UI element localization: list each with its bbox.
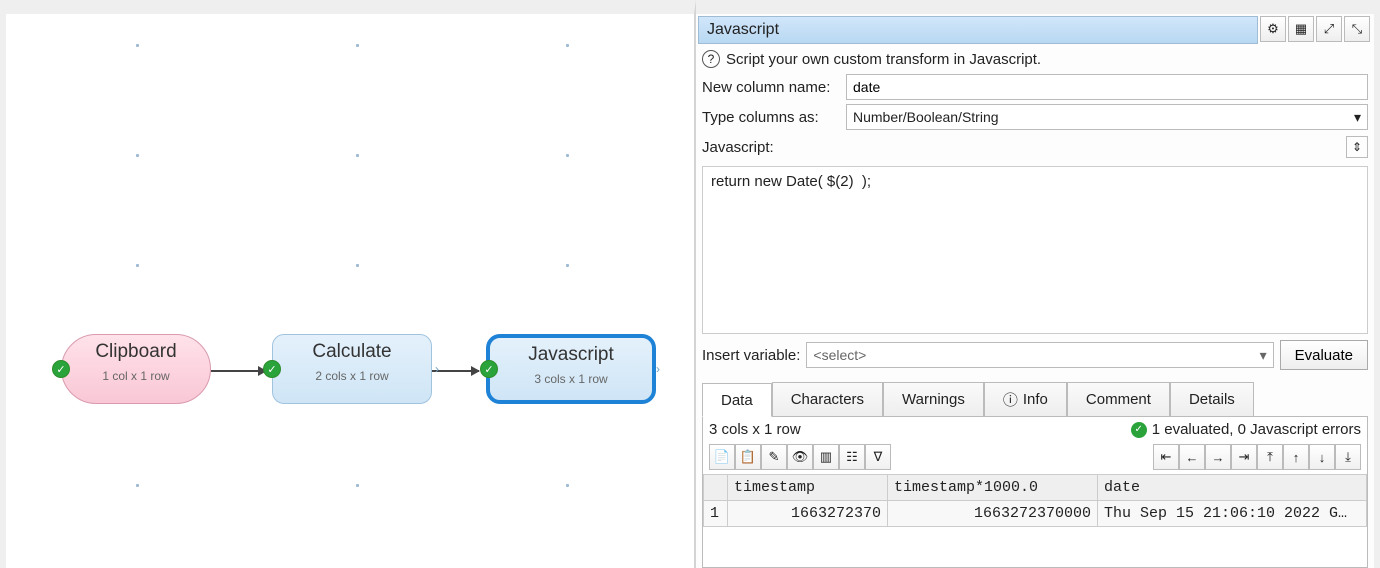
result-dimensions: 3 cols x 1 row: [709, 421, 801, 438]
nav-next-icon[interactable]: →: [1205, 444, 1231, 470]
insert-variable-value: <select>: [813, 347, 866, 363]
columns-icon[interactable]: ▥: [813, 444, 839, 470]
type-columns-value: Number/Boolean/String: [853, 109, 999, 125]
layout-icon[interactable]: ☷: [839, 444, 865, 470]
check-icon: ✓: [52, 360, 70, 378]
javascript-code-area[interactable]: return new Date( $(2) );: [702, 166, 1368, 334]
expand-icon[interactable]: ⤢: [1316, 16, 1342, 42]
nav-bottom-icon[interactable]: ⤓: [1335, 444, 1361, 470]
node-subtitle: 2 cols x 1 row: [281, 369, 423, 383]
insert-variable-select[interactable]: <select> ▾: [806, 342, 1273, 368]
chevron-down-icon: ▾: [1260, 347, 1267, 364]
table-header-row: timestamp timestamp*1000.0 date: [704, 475, 1367, 501]
textarea-resize-icon[interactable]: ⇕: [1346, 136, 1368, 158]
grid-icon[interactable]: ▦: [1288, 16, 1314, 42]
info-icon: ⓘ: [1003, 389, 1018, 410]
table-header[interactable]: timestamp: [728, 475, 888, 501]
help-icon[interactable]: ?: [702, 50, 720, 68]
nav-top-icon[interactable]: ⤒: [1257, 444, 1283, 470]
tab-warnings[interactable]: Warnings: [883, 382, 984, 416]
new-column-label: New column name:: [702, 79, 842, 96]
copy-icon[interactable]: 📄: [709, 444, 735, 470]
evaluate-button[interactable]: Evaluate: [1280, 340, 1368, 370]
tab-comment[interactable]: Comment: [1067, 382, 1170, 416]
tab-info[interactable]: ⓘInfo: [984, 382, 1067, 416]
type-columns-select[interactable]: Number/Boolean/String ▾: [846, 104, 1368, 130]
table-header[interactable]: date: [1098, 475, 1367, 501]
results-tabs: Data Characters Warnings ⓘInfo Comment D…: [702, 382, 1368, 416]
chevron-down-icon: ▾: [1354, 109, 1361, 126]
panel-title: Javascript: [698, 16, 1258, 44]
collapse-icon[interactable]: ⤡: [1344, 16, 1370, 42]
app-root: ✓ Clipboard 1 col x 1 row ✓ › Calculate …: [0, 0, 1380, 568]
nav-down-icon[interactable]: ↓: [1309, 444, 1335, 470]
nav-first-icon[interactable]: ⇤: [1153, 444, 1179, 470]
node-subtitle: 3 cols x 1 row: [498, 372, 644, 386]
check-icon: ✓: [263, 360, 281, 378]
hint-row: ? Script your own custom transform in Ja…: [696, 46, 1374, 72]
result-status: 1 evaluated, 0 Javascript errors: [1152, 421, 1361, 438]
eye-icon[interactable]: 👁: [787, 444, 813, 470]
node-calculate[interactable]: ✓ › Calculate 2 cols x 1 row: [272, 334, 432, 404]
cell: 1663272370000: [888, 501, 1098, 527]
hint-text: Script your own custom transform in Java…: [726, 51, 1041, 68]
nav-prev-icon[interactable]: ←: [1179, 444, 1205, 470]
node-clipboard[interactable]: ✓ Clipboard 1 col x 1 row: [61, 334, 211, 404]
filter-icon[interactable]: ∇: [865, 444, 891, 470]
node-javascript[interactable]: ✓ › Javascript 3 cols x 1 row: [486, 334, 656, 404]
cell: 1663272370: [728, 501, 888, 527]
node-title: Javascript: [498, 344, 644, 366]
check-icon: ✓: [480, 360, 498, 378]
output-caret-icon: ›: [656, 362, 660, 376]
properties-panel: Javascript ⚙ ▦ ⤢ ⤡ ? Script your own cus…: [696, 0, 1380, 568]
insert-variable-label: Insert variable:: [702, 347, 800, 364]
clipboard-icon[interactable]: 📋: [735, 444, 761, 470]
tab-details[interactable]: Details: [1170, 382, 1254, 416]
results-table: timestamp timestamp*1000.0 date 1 166327…: [703, 474, 1367, 527]
check-icon: ✓: [1131, 422, 1147, 438]
new-column-input[interactable]: [846, 74, 1368, 100]
node-title: Clipboard: [70, 341, 202, 363]
gear-icon[interactable]: ⚙: [1260, 16, 1286, 42]
node-title: Calculate: [281, 341, 423, 363]
results-panel: 3 cols x 1 row ✓ 1 evaluated, 0 Javascri…: [702, 416, 1368, 568]
nav-last-icon[interactable]: ⇥: [1231, 444, 1257, 470]
type-columns-label: Type columns as:: [702, 109, 842, 126]
output-caret-icon: ›: [435, 362, 439, 376]
tab-data[interactable]: Data: [702, 383, 772, 417]
node-subtitle: 1 col x 1 row: [70, 369, 202, 383]
table-header[interactable]: [704, 475, 728, 501]
tab-characters[interactable]: Characters: [772, 382, 883, 416]
edit-icon[interactable]: ✎: [761, 444, 787, 470]
row-index: 1: [704, 501, 728, 527]
table-row[interactable]: 1 1663272370 1663272370000 Thu Sep 15 21…: [704, 501, 1367, 527]
table-header[interactable]: timestamp*1000.0: [888, 475, 1098, 501]
javascript-label: Javascript:: [702, 139, 774, 156]
cell: Thu Sep 15 21:06:10 2022 G…: [1098, 501, 1367, 527]
nav-up-icon[interactable]: ↑: [1283, 444, 1309, 470]
flow-canvas[interactable]: ✓ Clipboard 1 col x 1 row ✓ › Calculate …: [0, 0, 696, 568]
